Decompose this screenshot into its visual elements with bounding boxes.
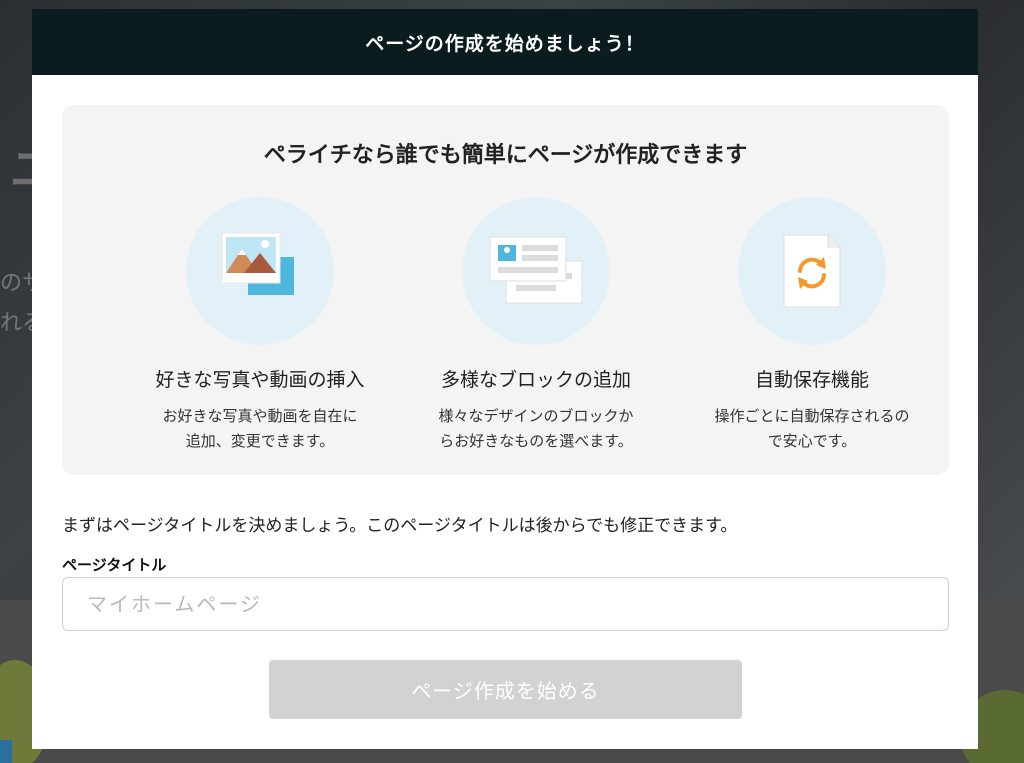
create-page-modal: ページの作成を始めましょう！ ペライチなら誰でも簡単にページが作成できます 好き…	[32, 9, 978, 749]
feature-name: 多様なブロックの追加	[440, 369, 631, 391]
feature-name: 自動保存機能	[754, 369, 869, 391]
page-title-label: ページタイトル	[62, 556, 167, 574]
feature-name: 好きな写真や動画の挿入	[155, 369, 365, 391]
feature-description-line: お好きな写真や動画を自在に	[162, 407, 358, 425]
page-title-input[interactable]	[62, 577, 949, 631]
feature-description-line: 追加、変更できます。	[185, 432, 335, 450]
feature-description-line: 操作ごとに自動保存されるの	[714, 407, 910, 425]
modal-title: ページの作成を始めましょう！	[365, 32, 645, 55]
modal-header: ページの作成を始めましょう！	[32, 9, 978, 75]
feature-description: お好きな写真や動画を自在に 追加、変更できます。	[140, 404, 380, 454]
feature-icon-circle	[462, 197, 610, 345]
feature-blocks: 多様なブロックの追加 様々なデザインのブロックか らお好きなものを選べます。	[416, 197, 656, 454]
feature-description-line: で安心です。	[767, 432, 857, 450]
autosave-document-icon	[783, 234, 841, 308]
features-title: ペライチなら誰でも簡単にページが作成できます	[263, 143, 748, 168]
background-decoration	[0, 740, 12, 763]
features-panel: ペライチなら誰でも簡単にページが作成できます 好きな写真や動画の挿入 お好きな写…	[62, 105, 949, 475]
feature-icon-circle	[186, 197, 334, 345]
feature-description-line: らお好きなものを選べます。	[439, 432, 633, 450]
feature-description: 様々なデザインのブロックか らお好きなものを選べます。	[416, 404, 656, 454]
blocks-icon	[489, 236, 583, 304]
feature-description-line: 様々なデザインのブロックか	[438, 407, 634, 425]
image-icon	[221, 232, 294, 295]
feature-description: 操作ごとに自動保存されるの で安心です。	[692, 404, 932, 454]
feature-autosave: 自動保存機能 操作ごとに自動保存されるの で安心です。	[692, 197, 932, 454]
start-page-creation-button[interactable]: ページ作成を始める	[269, 660, 742, 719]
feature-photo-video: 好きな写真や動画の挿入 お好きな写真や動画を自在に 追加、変更できます。	[140, 197, 380, 454]
intro-text: まずはページタイトルを決めましょう。このページタイトルは後からでも修正できます。	[62, 516, 738, 536]
feature-icon-circle	[738, 197, 886, 345]
